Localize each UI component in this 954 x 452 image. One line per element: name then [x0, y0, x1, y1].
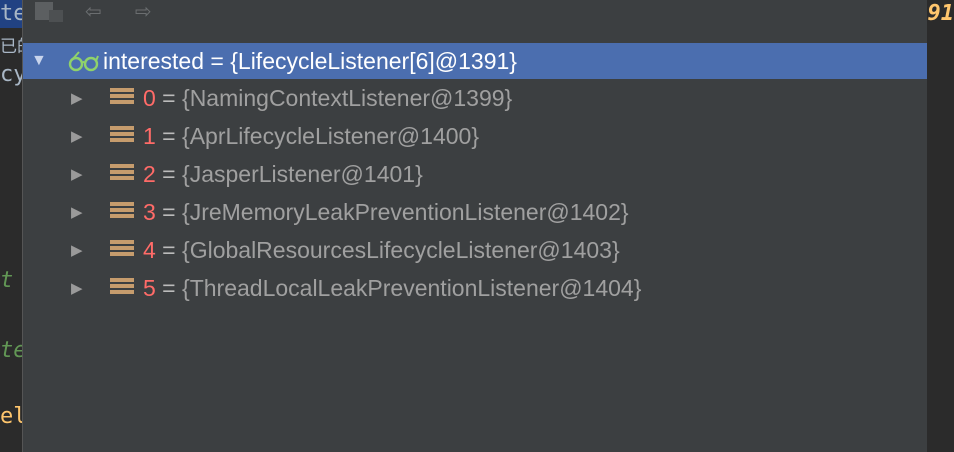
array-element-icon [110, 164, 134, 184]
equals-sign: = [155, 198, 183, 225]
tree-child-row[interactable]: ▶ 4 = {GlobalResourcesLifecycleListener@1… [23, 231, 927, 269]
tree-child-row[interactable]: ▶ 0 = {NamingContextListener@1399} [23, 79, 927, 117]
element-value: {JreMemoryLeakPreventionListener@1402} [182, 198, 629, 225]
editor-comment-fragment: t [0, 268, 14, 293]
tree-child-row[interactable]: ▶ 2 = {JasperListener@1401} [23, 155, 927, 193]
element-index: 2 [143, 160, 156, 187]
tree-child-label: 4 = {GlobalResourcesLifecycleListener@14… [143, 237, 620, 264]
equals-sign: = [155, 122, 183, 149]
editor-text-fragment: cy [0, 62, 22, 87]
equals-sign: = [155, 274, 183, 301]
equals-sign: = [155, 160, 183, 187]
element-value: {NamingContextListener@1399} [182, 84, 513, 111]
debugger-evaluate-popup: ⇦ ⇨ ▼ interested = {LifecycleListener[6]… [22, 0, 927, 452]
expand-right-icon[interactable]: ▶ [71, 279, 83, 297]
expand-right-icon[interactable]: ▶ [71, 127, 83, 145]
expand-down-icon[interactable]: ▼ [31, 52, 47, 70]
equals-sign: = [155, 236, 183, 263]
element-value: {ThreadLocalLeakPreventionListener@1404} [182, 274, 642, 301]
tree-child-row[interactable]: ▶ 3 = {JreMemoryLeakPreventionListener@14… [23, 193, 927, 231]
editor-text-fragment: 已的 [0, 37, 22, 57]
element-index: 4 [143, 236, 156, 263]
forward-arrow-icon[interactable]: ⇨ [135, 0, 152, 24]
tree-child-label: 0 = {NamingContextListener@1399} [143, 85, 512, 112]
tree-root-label: interested = {LifecycleListener[6]@1391} [103, 47, 517, 74]
equals-sign: = [155, 84, 183, 111]
tree-child-label: 1 = {AprLifecycleListener@1400} [143, 123, 479, 150]
element-value: {JasperListener@1401} [182, 160, 423, 187]
tree-root-row[interactable]: ▼ interested = {LifecycleListener[6]@139… [23, 43, 927, 79]
back-arrow-icon[interactable]: ⇦ [85, 0, 102, 24]
tree-child-label: 3 = {JreMemoryLeakPreventionListener@140… [143, 199, 629, 226]
tree-child-row[interactable]: ▶ 1 = {AprLifecycleListener@1400} [23, 117, 927, 155]
expand-right-icon[interactable]: ▶ [71, 241, 83, 259]
editor-comment-fragment: te [0, 338, 22, 363]
expand-right-icon[interactable]: ▶ [71, 165, 83, 183]
frames-icon[interactable] [35, 0, 65, 24]
expand-right-icon[interactable]: ▶ [71, 89, 83, 107]
editor-method-fragment: el [0, 404, 22, 429]
element-index: 5 [143, 274, 156, 301]
element-value: {AprLifecycleListener@1400} [182, 122, 479, 149]
editor-selected-fragment: te [0, 0, 22, 28]
element-index: 3 [143, 198, 156, 225]
editor-background-left: te 已的 cy t te el [0, 0, 22, 452]
array-element-icon [110, 240, 134, 260]
tree-child-label: 5 = {ThreadLocalLeakPreventionListener@1… [143, 275, 641, 302]
array-element-icon [110, 126, 134, 146]
expand-right-icon[interactable]: ▶ [71, 203, 83, 221]
element-index: 0 [143, 84, 156, 111]
editor-number-fragment: 91 [927, 1, 954, 26]
array-element-icon [110, 278, 134, 298]
array-element-icon [110, 88, 134, 108]
watch-glasses-icon [68, 51, 99, 72]
element-value: {GlobalResourcesLifecycleListener@1403} [182, 236, 620, 263]
array-element-icon [110, 202, 134, 222]
element-index: 1 [143, 122, 156, 149]
popup-toolbar: ⇦ ⇨ [23, 0, 927, 26]
variables-tree: ▼ interested = {LifecycleListener[6]@139… [23, 43, 927, 307]
tree-child-row[interactable]: ▶ 5 = {ThreadLocalLeakPreventionListener@… [23, 269, 927, 307]
tree-child-label: 2 = {JasperListener@1401} [143, 161, 423, 188]
editor-background-right: 91 [924, 0, 954, 452]
